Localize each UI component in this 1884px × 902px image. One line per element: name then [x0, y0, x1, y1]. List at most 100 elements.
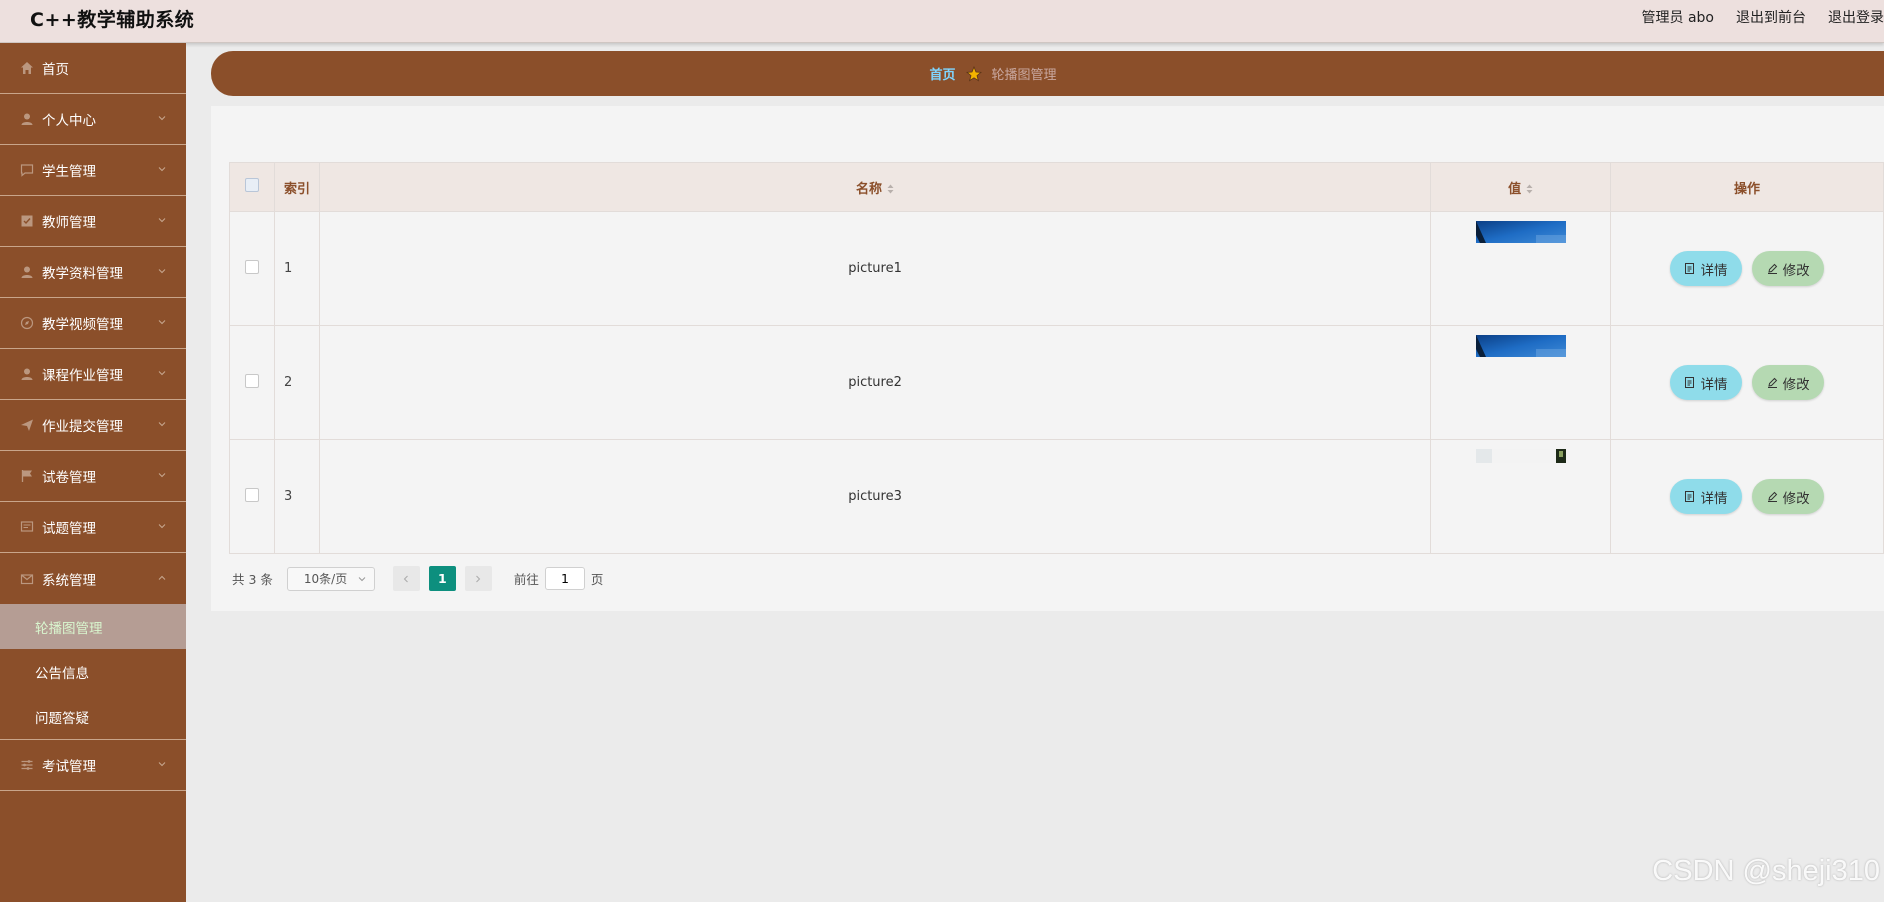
sidebar-item-label: 学生管理 [42, 164, 96, 180]
sidebar-item-system-mgmt[interactable]: 系统管理 [0, 553, 186, 604]
star-icon [965, 65, 982, 81]
edit-button-label: 修改 [1782, 262, 1810, 279]
row-checkbox[interactable] [244, 487, 259, 502]
table-row: 3 picture3 详情 修改 [229, 439, 1884, 554]
document-icon [1685, 491, 1695, 502]
sidebar-subitem-qa[interactable]: 问题答疑 [0, 694, 186, 739]
sidebar-item-label: 考试管理 [42, 759, 96, 775]
select-all-checkbox[interactable] [244, 178, 259, 192]
sort-icon[interactable] [887, 184, 894, 194]
chevron-down-icon [158, 320, 166, 325]
goto-page: 前往 页 [513, 567, 603, 590]
chevron-down-icon [158, 269, 166, 274]
exit-to-front-link[interactable]: 退出到前台 [1736, 7, 1806, 27]
mail-icon [20, 572, 34, 586]
column-header-name-label: 名称 [856, 181, 883, 197]
row-select-cell [229, 439, 275, 554]
row-checkbox[interactable] [244, 259, 259, 274]
document-icon [1685, 377, 1695, 388]
carousel-thumbnail[interactable] [1475, 449, 1566, 471]
flag-icon [20, 469, 34, 483]
sidebar-subitem-carousel[interactable]: 轮播图管理 [0, 604, 186, 649]
sidebar-item-personal-center[interactable]: 个人中心 [0, 94, 186, 145]
column-header-name[interactable]: 名称 [318, 162, 1432, 212]
app-title: C++教学辅助系统 [30, 9, 195, 31]
edit-button[interactable]: 修改 [1752, 479, 1825, 514]
row-actions: 详情 修改 [1610, 325, 1884, 440]
breadcrumb: 首页 轮播图管理 [211, 51, 1884, 96]
sidebar-item-exam-paper[interactable]: 试卷管理 [0, 451, 186, 502]
carousel-thumbnail[interactable] [1475, 221, 1566, 243]
checkbox-icon [20, 214, 34, 228]
document-icon [1685, 263, 1695, 274]
sidebar-item-label: 试题管理 [42, 521, 96, 537]
sidebar: 首页 个人中心 学生管理 教师管理 教学资料管理 教学视频管理 课程作业管理 作… [0, 43, 186, 902]
detail-button-label: 详情 [1700, 376, 1728, 393]
chevron-down-icon [158, 371, 166, 376]
sidebar-item-teacher-mgmt[interactable]: 教师管理 [0, 196, 186, 247]
table-row: 1 picture1 详情 修改 [229, 211, 1884, 326]
sidebar-item-student-mgmt[interactable]: 学生管理 [0, 145, 186, 196]
user-icon [20, 265, 34, 279]
sidebar-item-label: 教学资料管理 [42, 266, 123, 282]
sidebar-item-label: 课程作业管理 [42, 368, 123, 384]
chevron-right-icon [476, 575, 481, 582]
carousel-table: 索引 名称 值 操作 1 picture1 详情 修改 2 picture2 详… [229, 162, 1884, 554]
sidebar-item-label: 系统管理 [42, 572, 96, 589]
edit-button[interactable]: 修改 [1752, 251, 1825, 286]
current-user-label: 管理员 abo [1641, 10, 1714, 26]
logout-link[interactable]: 退出登录 [1828, 7, 1884, 27]
breadcrumb-home-link[interactable]: 首页 [929, 64, 955, 83]
chevron-up-icon [158, 575, 166, 580]
row-name: picture1 [318, 211, 1432, 326]
goto-label: 前往 [513, 572, 539, 587]
pencil-icon [1767, 377, 1777, 388]
watermark: CSDN @sheji310 [1652, 855, 1880, 887]
sidebar-subitem-announcements[interactable]: 公告信息 [0, 649, 186, 694]
sort-icon[interactable] [1526, 184, 1533, 194]
row-actions: 详情 修改 [1610, 211, 1884, 326]
row-name: picture3 [318, 439, 1432, 554]
chevron-down-icon [158, 524, 166, 529]
detail-button[interactable]: 详情 [1669, 479, 1742, 514]
chevron-down-icon [158, 473, 166, 478]
sidebar-item-exam-mgmt[interactable]: 考试管理 [0, 740, 186, 791]
column-header-index: 索引 [273, 162, 320, 212]
next-page-button[interactable] [464, 566, 492, 591]
top-right-links: 管理员 abo 退出到前台 退出登录 [1642, 7, 1884, 27]
sidebar-item-label: 首页 [42, 62, 69, 78]
prev-page-button[interactable] [392, 566, 420, 591]
edit-button-label: 修改 [1782, 490, 1810, 507]
detail-button[interactable]: 详情 [1669, 251, 1742, 286]
edit-button[interactable]: 修改 [1752, 365, 1825, 400]
chevron-down-icon [158, 218, 166, 223]
page-number-current[interactable]: 1 [428, 566, 456, 591]
pagination-total: 共 3 条 [232, 572, 273, 587]
column-header-ops: 操作 [1610, 162, 1884, 212]
sidebar-item-course-homework[interactable]: 课程作业管理 [0, 349, 186, 400]
sidebar-item-teaching-materials[interactable]: 教学资料管理 [0, 247, 186, 298]
row-checkbox[interactable] [244, 373, 259, 388]
row-value [1430, 325, 1612, 440]
sidebar-item-home[interactable]: 首页 [0, 43, 186, 94]
goto-page-input[interactable] [544, 567, 585, 590]
sidebar-item-teaching-videos[interactable]: 教学视频管理 [0, 298, 186, 349]
column-header-value[interactable]: 值 [1430, 162, 1612, 212]
send-icon [20, 418, 34, 432]
page-size-select[interactable]: 10条/页 [286, 566, 375, 591]
pencil-icon [1767, 491, 1777, 502]
detail-button-label: 详情 [1700, 490, 1728, 507]
chevron-down-icon [158, 116, 166, 121]
content-panel: 索引 名称 值 操作 1 picture1 详情 修改 2 picture2 详… [211, 106, 1884, 611]
row-value [1430, 211, 1612, 326]
carousel-thumbnail[interactable] [1475, 335, 1566, 357]
table-header-row: 索引 名称 值 操作 [229, 162, 1884, 212]
sidebar-item-question-mgmt[interactable]: 试题管理 [0, 502, 186, 553]
chevron-down-icon [358, 576, 366, 581]
sidebar-item-homework-submission[interactable]: 作业提交管理 [0, 400, 186, 451]
sidebar-item-label: 教师管理 [42, 215, 96, 231]
row-name: picture2 [318, 325, 1432, 440]
detail-button[interactable]: 详情 [1669, 365, 1742, 400]
row-select-cell [229, 325, 275, 440]
row-index: 2 [273, 325, 320, 440]
